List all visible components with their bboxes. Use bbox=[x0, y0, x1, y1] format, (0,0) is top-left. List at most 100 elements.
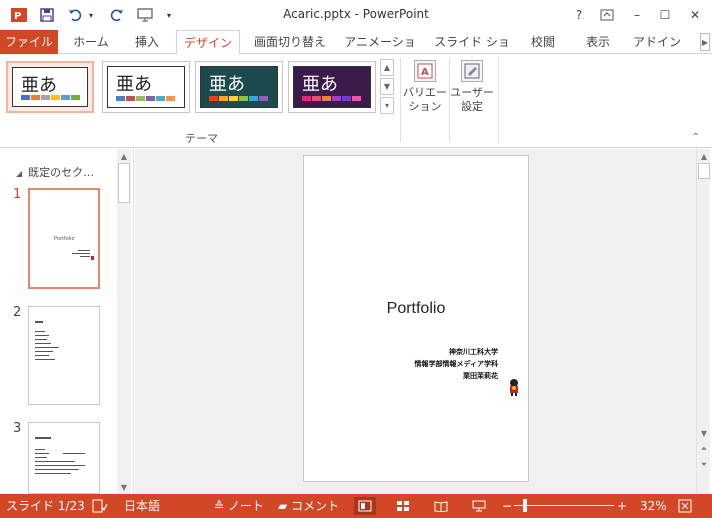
undo-dropdown-icon[interactable]: ▾ bbox=[86, 6, 96, 24]
theme-preview: 亜あ bbox=[293, 66, 371, 108]
collapse-ribbon-icon[interactable]: ⌃ bbox=[692, 132, 700, 143]
tab-design[interactable]: デザイン bbox=[176, 30, 240, 55]
variants-icon: A bbox=[414, 60, 436, 82]
gallery-more-icon[interactable]: ▾ bbox=[380, 97, 394, 114]
thumbnail-scrollbar[interactable]: ▲ ▼ bbox=[117, 149, 131, 494]
slide-editor: Portfolio 神奈川工科大学 情報学部情報メディア学科 栗田茉莉花 bbox=[135, 149, 696, 494]
collapse-section-icon[interactable]: ◢ bbox=[16, 169, 22, 178]
color-swatch bbox=[342, 96, 351, 101]
scroll-up-icon[interactable]: ▲ bbox=[697, 149, 711, 163]
start-slideshow-icon[interactable] bbox=[136, 6, 156, 24]
slide-sorter-view-icon[interactable] bbox=[392, 497, 414, 515]
normal-view-icon[interactable] bbox=[354, 497, 376, 515]
color-swatch bbox=[41, 95, 50, 100]
tabs-scroll-right-icon[interactable]: ▶ bbox=[700, 33, 710, 51]
scrollbar-thumb[interactable] bbox=[118, 163, 130, 203]
tab-transitions[interactable]: 画面切り替え bbox=[248, 30, 332, 54]
customize-qat-icon[interactable]: ▾ bbox=[164, 6, 174, 24]
color-swatch bbox=[209, 96, 218, 101]
slide-thumbnail-2[interactable] bbox=[28, 306, 100, 405]
color-swatch bbox=[126, 96, 135, 101]
theme-swatches bbox=[21, 95, 80, 100]
slide-thumbnail-1[interactable]: Portfolio bbox=[28, 188, 100, 289]
status-bar: スライド 1/23 日本語 ≙ ノート ▰ コメント − + 32% bbox=[0, 494, 712, 518]
thumb-line bbox=[35, 347, 59, 348]
tab-view[interactable]: 表示 bbox=[574, 30, 622, 54]
scroll-down-icon[interactable]: ▼ bbox=[117, 480, 131, 494]
slide-subtitle-line: 神奈川工科大学 bbox=[449, 348, 498, 356]
variants-button[interactable]: A バリエー ション bbox=[402, 58, 448, 128]
theme-office-2007[interactable]: 亜あ bbox=[102, 61, 190, 113]
theme-teal[interactable]: 亜あ bbox=[195, 61, 283, 113]
thumb-line bbox=[35, 469, 79, 470]
slide-thumbnail-3[interactable] bbox=[28, 422, 100, 494]
zoom-out-button[interactable]: − bbox=[502, 494, 512, 518]
section-header[interactable]: ◢ 既定のセク… bbox=[16, 164, 94, 180]
scroll-down-icon[interactable]: ▼ bbox=[697, 426, 711, 440]
tab-insert[interactable]: 挿入 bbox=[124, 30, 170, 54]
thumb-line bbox=[35, 449, 45, 450]
theme-swatches bbox=[302, 96, 361, 101]
theme-office[interactable]: 亜あ bbox=[6, 61, 94, 113]
save-icon[interactable] bbox=[38, 6, 56, 24]
reading-view-icon[interactable] bbox=[430, 497, 452, 515]
previous-slide-icon[interactable]: ⏶ bbox=[697, 442, 711, 456]
tab-file[interactable]: ファイル bbox=[0, 30, 58, 54]
theme-purple[interactable]: 亜あ bbox=[288, 61, 376, 113]
fit-slide-icon[interactable] bbox=[678, 494, 692, 518]
thumb-line bbox=[35, 461, 75, 462]
theme-glyph: 亜あ bbox=[21, 75, 57, 96]
thumb-line bbox=[35, 359, 55, 360]
tab-slide-show[interactable]: スライド ショー bbox=[430, 30, 514, 73]
scrollbar-thumb[interactable] bbox=[698, 163, 710, 179]
current-slide[interactable]: Portfolio 神奈川工科大学 情報学部情報メディア学科 栗田茉莉花 bbox=[303, 155, 529, 482]
slide-title[interactable]: Portfolio bbox=[304, 300, 528, 318]
zoom-in-button[interactable]: + bbox=[617, 494, 627, 518]
next-slide-icon[interactable]: ⏷ bbox=[697, 458, 711, 472]
comments-button[interactable]: ▰ コメント bbox=[278, 494, 339, 518]
gallery-scroll-down-icon[interactable]: ▼ bbox=[380, 78, 394, 95]
color-swatch bbox=[156, 96, 165, 101]
gallery-scroll-up-icon[interactable]: ▲ bbox=[380, 59, 394, 76]
color-swatch bbox=[61, 95, 70, 100]
editor-scrollbar[interactable]: ▲ ▼ ⏶ ⏷ bbox=[696, 149, 710, 494]
color-swatch bbox=[136, 96, 145, 101]
color-swatch bbox=[259, 96, 268, 101]
close-button[interactable]: ✕ bbox=[682, 4, 708, 26]
group-divider bbox=[498, 58, 499, 142]
customize-button[interactable]: ユーザー 設定 bbox=[448, 58, 496, 128]
undo-icon[interactable] bbox=[66, 6, 84, 24]
thumb-line bbox=[35, 335, 49, 336]
tab-home[interactable]: ホーム bbox=[64, 30, 118, 54]
language-indicator[interactable]: 日本語 bbox=[124, 494, 160, 518]
tab-review[interactable]: 校閲 bbox=[522, 30, 564, 54]
help-button[interactable]: ? bbox=[566, 4, 592, 26]
slide-number: 1 bbox=[13, 187, 22, 202]
color-swatch bbox=[312, 96, 321, 101]
maximize-button[interactable]: ☐ bbox=[652, 4, 678, 26]
color-swatch bbox=[31, 95, 40, 100]
thumb-line bbox=[35, 437, 51, 439]
thumb-line bbox=[35, 339, 47, 340]
thumb-line bbox=[35, 473, 71, 474]
ribbon-display-options-icon[interactable] bbox=[594, 4, 620, 26]
thumb-line bbox=[72, 253, 90, 254]
color-swatch bbox=[322, 96, 331, 101]
theme-swatches bbox=[209, 96, 268, 101]
slideshow-view-icon[interactable] bbox=[468, 497, 490, 515]
zoom-slider-handle[interactable] bbox=[523, 499, 527, 512]
editor-scroll-track: ▲ ▼ ⏶ ⏷ bbox=[697, 149, 711, 494]
redo-icon[interactable] bbox=[108, 6, 126, 24]
color-swatch bbox=[302, 96, 311, 101]
tab-addins[interactable]: アドイン bbox=[630, 30, 684, 54]
color-swatch bbox=[219, 96, 228, 101]
mascot-icon bbox=[507, 378, 521, 396]
minimize-button[interactable]: – bbox=[624, 4, 650, 26]
scroll-up-icon[interactable]: ▲ bbox=[117, 149, 131, 163]
tab-animations[interactable]: アニメーション bbox=[340, 30, 420, 73]
spelling-check-icon[interactable] bbox=[92, 494, 108, 518]
zoom-slider-track[interactable] bbox=[514, 505, 614, 506]
notes-button[interactable]: ≙ ノート bbox=[214, 494, 264, 518]
color-swatch bbox=[352, 96, 361, 101]
zoom-level[interactable]: 32% bbox=[640, 494, 667, 518]
